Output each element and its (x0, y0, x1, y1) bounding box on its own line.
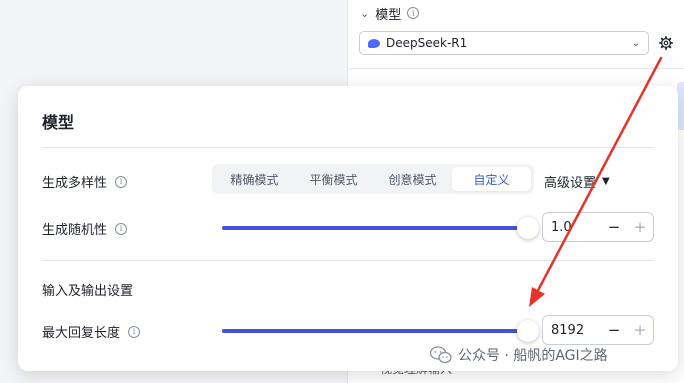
diversity-label: 生成多样性 (42, 176, 108, 191)
info-icon: i (407, 7, 420, 19)
mode-balanced[interactable]: 平衡模式 (294, 167, 373, 191)
panel-highlight (677, 82, 684, 130)
panel-divider (347, 68, 684, 69)
model-settings-modal: 模型 生成多样性 i 精确模式 平衡模式 创意模式 自定义 高级设置 ▼ 生成随… (18, 86, 678, 371)
model-settings-button[interactable] (657, 34, 675, 52)
model-section-title: 模型 (375, 7, 402, 23)
advanced-settings-toggle[interactable]: 高级设置 ▼ (544, 172, 610, 191)
increment-button[interactable]: + (627, 218, 653, 236)
max-length-slider[interactable] (222, 320, 539, 342)
gear-icon (659, 36, 673, 50)
caret-down-icon: ▼ (602, 176, 610, 187)
info-icon[interactable]: i (128, 325, 141, 338)
model-select-value: DeepSeek-R1 (386, 36, 468, 50)
decrement-button[interactable]: − (601, 321, 627, 339)
mode-custom[interactable]: 自定义 (452, 167, 531, 191)
chevron-down-icon: ⌄ (360, 6, 370, 20)
slider-fill (222, 329, 528, 333)
title-divider (42, 147, 654, 148)
model-section-header[interactable]: ⌄ 模型 i (360, 4, 420, 23)
max-length-value[interactable]: 8192 (543, 323, 601, 338)
io-section-label: 输入及输出设置 (42, 284, 134, 299)
model-select[interactable]: DeepSeek-R1 ⌄ (359, 31, 649, 55)
watermark: 公众号 · 船帆的AGI之路 (430, 345, 608, 365)
wechat-icon (430, 346, 452, 364)
chevron-down-icon: ⌄ (631, 37, 640, 49)
decrement-button[interactable]: − (601, 218, 627, 236)
section-divider (42, 260, 654, 261)
randomness-stepper: 1.0 − + (542, 212, 654, 242)
max-length-stepper: 8192 − + (542, 315, 654, 345)
info-icon[interactable]: i (115, 222, 128, 235)
watermark-text: 公众号 · 船帆的AGI之路 (458, 348, 608, 364)
diversity-mode-selector: 精确模式 平衡模式 创意模式 自定义 (212, 164, 534, 194)
increment-button[interactable]: + (627, 321, 653, 339)
randomness-slider[interactable] (222, 217, 539, 239)
slider-thumb[interactable] (517, 320, 539, 342)
max-length-label: 最大回复长度 (42, 326, 121, 341)
advanced-settings-label: 高级设置 (544, 176, 597, 191)
info-icon[interactable]: i (115, 175, 128, 188)
mode-creative[interactable]: 创意模式 (373, 167, 452, 191)
randomness-value[interactable]: 1.0 (543, 220, 601, 235)
slider-fill (222, 226, 528, 230)
modal-title: 模型 (42, 113, 75, 132)
deepseek-logo-icon (368, 38, 380, 48)
randomness-row: 生成随机性 i (42, 219, 128, 238)
diversity-row: 生成多样性 i (42, 172, 128, 191)
slider-thumb[interactable] (517, 217, 539, 239)
max-length-row: 最大回复长度 i (42, 322, 141, 341)
mode-precise[interactable]: 精确模式 (215, 167, 294, 191)
randomness-label: 生成随机性 (42, 223, 108, 238)
io-section-title: 输入及输出设置 (42, 280, 133, 299)
